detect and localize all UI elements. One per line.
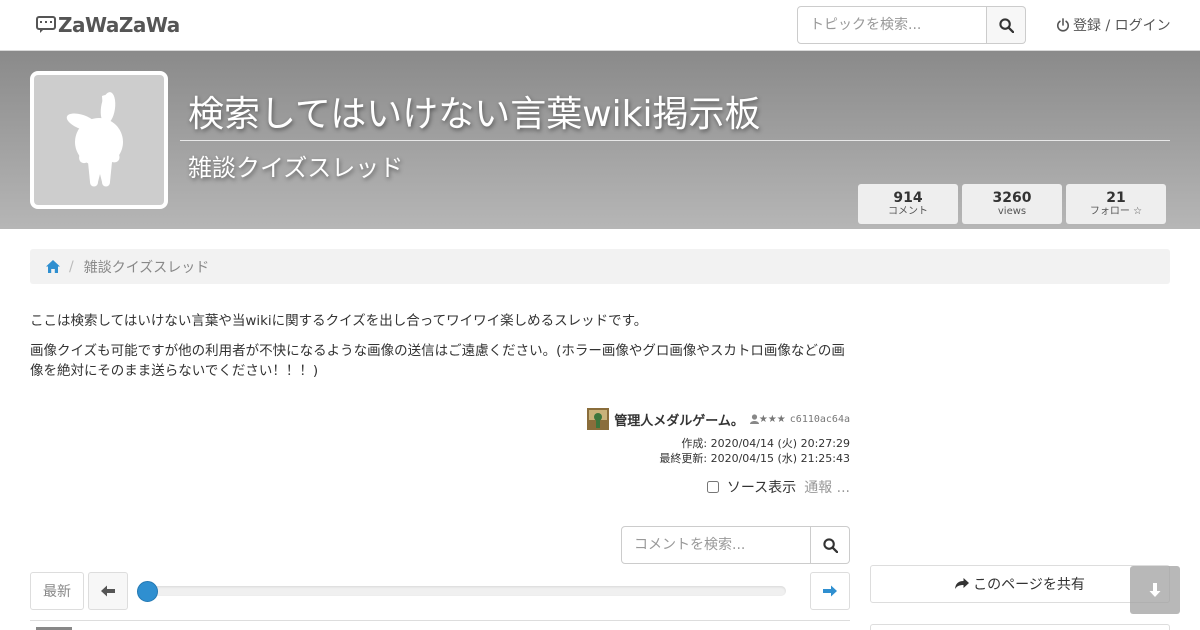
description-line: 画像クイズも可能ですが他の利用者が不快になるような画像の送信はご遠慮ください。(…	[30, 343, 845, 379]
breadcrumb-separator: /	[69, 258, 74, 275]
stat-views-value: 3260	[992, 190, 1032, 206]
stat-follow-value: 21	[1106, 190, 1126, 206]
report-link[interactable]: 通報 ...	[804, 477, 850, 497]
comment-slider-track[interactable]	[148, 586, 786, 596]
stat-follow-label: フォロー ☆	[1089, 206, 1143, 217]
logo-text: ZaWaZaWa	[58, 13, 180, 37]
top-navbar: ZaWaZaWa 登録 / ログイン	[0, 0, 1200, 51]
thread-actions: ソース表示 通報 ...	[706, 477, 850, 497]
rabbit-mascot-icon	[66, 92, 123, 187]
stat-comments: 914 コメント	[858, 184, 958, 224]
source-view-checkbox[interactable]	[706, 481, 719, 493]
created-date: 作成: 2020/04/14 (火) 20:27:29	[681, 437, 850, 450]
comment-list-divider	[30, 620, 850, 621]
topic-search	[797, 6, 1026, 44]
board-header: 検索してはいけない言葉wiki掲示板 雑談クイズスレッド 914 コメント 32…	[0, 51, 1200, 229]
share-icon	[955, 578, 970, 589]
author-rank-stars: ★★★	[758, 413, 786, 425]
stat-views: 3260 views	[962, 184, 1062, 224]
stat-comments-label: コメント	[888, 206, 928, 217]
topic-search-button[interactable]	[987, 6, 1026, 44]
thread-author: 管理人メダルゲーム。 ★★★ c6110ac64a	[587, 408, 850, 430]
login-link[interactable]: 登録 / ログイン	[1056, 15, 1171, 35]
breadcrumb: / 雑談クイズスレッド	[30, 249, 1170, 284]
home-icon[interactable]	[45, 259, 61, 274]
comment-search	[621, 526, 850, 564]
share-label: このページを共有	[973, 577, 1085, 593]
author-id: c6110ac64a	[789, 413, 850, 425]
scroll-bottom-button[interactable]	[1130, 566, 1180, 614]
updated-date: 最終更新: 2020/04/15 (水) 21:25:43	[659, 452, 850, 465]
board-avatar	[30, 71, 168, 209]
login-label: 登録 / ログイン	[1073, 18, 1171, 34]
share-page-button[interactable]: このページを共有	[870, 565, 1170, 603]
author-avatar[interactable]	[587, 408, 610, 430]
latest-button[interactable]: 最新	[30, 572, 84, 610]
board-title: 検索してはいけない言葉wiki掲示板	[188, 94, 761, 135]
comment-search-button[interactable]	[811, 526, 850, 564]
author-name[interactable]: 管理人メダルゲーム。	[614, 410, 744, 429]
arrow-right-icon	[823, 585, 837, 597]
stat-follow-button[interactable]: 21 フォロー ☆	[1066, 184, 1166, 224]
comment-search-input[interactable]	[621, 526, 811, 564]
description-line: ここは検索してはいけない言葉や当wikiに関するクイズを出し合ってワイワイ楽しめ…	[30, 313, 648, 329]
user-icon	[749, 414, 759, 424]
breadcrumb-current: 雑談クイズスレッド	[83, 259, 210, 276]
comment-slider-handle[interactable]	[137, 581, 158, 602]
thread-description: ここは検索してはいけない言葉や当wikiに関するクイズを出し合ってワイワイ楽しめ…	[30, 311, 852, 391]
title-divider	[180, 140, 1170, 141]
source-view-label[interactable]: ソース表示	[727, 477, 796, 497]
prev-page-button[interactable]	[88, 572, 128, 610]
next-page-button[interactable]	[810, 572, 850, 610]
topic-search-input[interactable]	[797, 6, 987, 44]
arrow-left-icon	[101, 585, 115, 597]
arrow-down-icon	[1149, 583, 1161, 597]
author-rank: ★★★	[749, 413, 786, 425]
search-icon	[998, 17, 1014, 33]
sidebar-panel	[870, 624, 1170, 630]
thread-subtitle: 雑談クイズスレッド	[188, 154, 404, 182]
stat-views-label: views	[997, 206, 1027, 217]
search-icon	[822, 537, 838, 553]
site-logo[interactable]: ZaWaZaWa	[36, 12, 180, 38]
thread-dates: 作成: 2020/04/14 (火) 20:27:29 最終更新: 2020/0…	[659, 436, 850, 466]
power-icon	[1057, 18, 1069, 32]
chat-bubble-icon	[36, 16, 56, 33]
stat-comments-value: 914	[893, 190, 923, 206]
